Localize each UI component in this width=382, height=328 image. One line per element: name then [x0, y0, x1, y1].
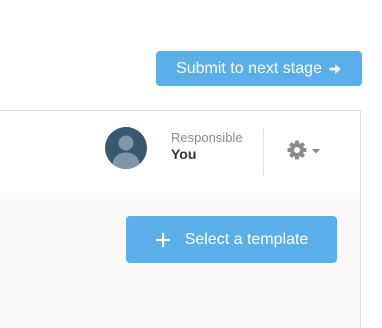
gear-icon [286, 139, 308, 166]
stage-panel: Responsible You Select a template [0, 110, 361, 328]
select-template-label: Select a template [184, 230, 309, 248]
submit-to-next-stage-button[interactable]: Submit to next stage [156, 51, 362, 86]
screen: Submit to next stage Responsible You Sel… [0, 0, 382, 328]
plus-icon [155, 232, 171, 248]
arrow-right-icon [328, 62, 342, 76]
caret-down-icon [311, 143, 321, 161]
settings-dropdown[interactable] [286, 139, 321, 166]
responsible-label: Responsible [171, 130, 243, 145]
panel-body: Select a template [0, 193, 360, 328]
header-divider [263, 129, 264, 175]
responsible-value: You [171, 146, 197, 162]
submit-button-label: Submit to next stage [176, 59, 322, 77]
select-template-button[interactable]: Select a template [126, 216, 337, 263]
user-avatar-icon[interactable] [105, 127, 147, 169]
panel-header: Responsible You [0, 111, 360, 194]
